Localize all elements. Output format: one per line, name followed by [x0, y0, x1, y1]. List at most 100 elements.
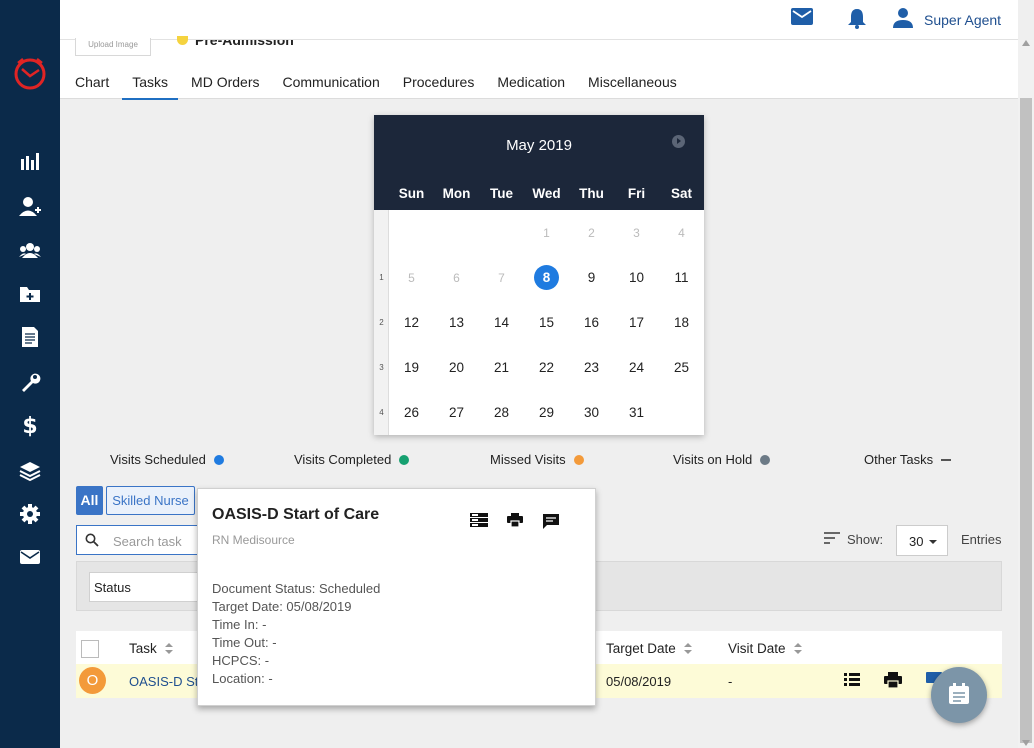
calendar-day[interactable]: 18 — [659, 300, 704, 345]
calendar-day-number: 8 — [534, 265, 559, 290]
calendar-day-number: 21 — [493, 360, 510, 375]
tab-communication[interactable]: Communication — [282, 74, 379, 100]
mail-icon[interactable] — [791, 8, 813, 28]
user-add-icon[interactable] — [18, 194, 42, 218]
calendar-day-number: 20 — [448, 360, 465, 375]
print-icon[interactable] — [884, 672, 902, 691]
column-target-date[interactable]: Target Date — [606, 641, 692, 656]
calendar-day[interactable]: 26 — [389, 390, 434, 435]
calendar-day-number: 2 — [588, 225, 595, 240]
tab-tasks[interactable]: Tasks — [122, 74, 179, 100]
dollar-icon[interactable]: $ — [18, 414, 42, 439]
next-month-icon[interactable] — [672, 135, 685, 148]
column-task[interactable]: Task — [129, 641, 173, 656]
calendar-day-number: 7 — [498, 270, 505, 285]
legend-label: Visits Completed — [294, 452, 392, 467]
tab-medication[interactable]: Medication — [497, 74, 565, 100]
calendar-day-number: 30 — [583, 405, 600, 420]
calendar-day[interactable]: 15 — [524, 300, 569, 345]
weekday-label: Fri — [627, 186, 646, 201]
calendar-day[interactable]: 12 — [389, 300, 434, 345]
calendar-day[interactable]: 8 — [524, 255, 569, 300]
calendar-day[interactable]: 24 — [614, 345, 659, 390]
calendar-day[interactable]: 11 — [659, 255, 704, 300]
mail-icon[interactable] — [18, 545, 42, 569]
entries-per-page-select[interactable]: 30 — [896, 525, 948, 556]
calendar-day[interactable]: 25 — [659, 345, 704, 390]
calendar-day[interactable]: 1 — [524, 210, 569, 255]
calendar-day[interactable]: 19 — [389, 345, 434, 390]
entries-label: Entries — [961, 532, 1002, 547]
search-placeholder: Search task — [113, 534, 182, 549]
calendar-day[interactable]: 31 — [614, 390, 659, 435]
calendar-day[interactable]: 6 — [434, 255, 479, 300]
calendar-day[interactable]: 7 — [479, 255, 524, 300]
comment-icon[interactable] — [542, 513, 560, 532]
calendar-day[interactable]: 27 — [434, 390, 479, 435]
user-icon[interactable] — [893, 8, 913, 31]
calendar-day[interactable]: 20 — [434, 345, 479, 390]
scroll-up-arrow-icon[interactable] — [1022, 40, 1030, 46]
details-list-icon[interactable] — [470, 513, 488, 530]
calendar-day[interactable]: 4 — [659, 210, 704, 255]
page-scrollbar[interactable] — [1018, 40, 1034, 748]
missed-status-badge: O — [79, 667, 106, 694]
calendar-note-icon — [948, 682, 970, 708]
calendar-day[interactable]: 2 — [569, 210, 614, 255]
scroll-thumb[interactable] — [1020, 98, 1032, 743]
calendar-day[interactable]: 30 — [569, 390, 614, 435]
notes-fab-button[interactable] — [931, 667, 987, 723]
calendar: May 2019 Sun Mon Tue Wed Thu Fri Sat 123… — [374, 115, 704, 435]
users-group-icon[interactable] — [18, 238, 42, 262]
details-list-icon[interactable] — [844, 672, 860, 689]
tab-chart[interactable]: Chart — [75, 74, 109, 100]
print-icon[interactable] — [507, 513, 523, 530]
chart-bar-icon[interactable] — [18, 149, 42, 173]
calendar-day[interactable]: 13 — [434, 300, 479, 345]
document-icon[interactable] — [18, 325, 42, 349]
layers-icon[interactable] — [18, 459, 42, 483]
user-name[interactable]: Super Agent — [924, 12, 1001, 28]
search-input[interactable]: Search task — [76, 525, 198, 555]
calendar-day-number: 3 — [633, 225, 640, 240]
week-number: 2 — [379, 318, 384, 327]
folder-add-icon[interactable] — [18, 282, 42, 306]
sort-icon — [793, 642, 802, 655]
calendar-day[interactable]: 14 — [479, 300, 524, 345]
tab-md-orders[interactable]: MD Orders — [191, 74, 259, 100]
calendar-day[interactable]: 28 — [479, 390, 524, 435]
gear-icon[interactable] — [18, 502, 42, 526]
calendar-day[interactable]: 21 — [479, 345, 524, 390]
filter-skilled-nurse-button[interactable]: Skilled Nurse — [106, 486, 195, 515]
status-filter-select[interactable]: Status — [89, 572, 201, 602]
bell-icon[interactable] — [847, 7, 867, 32]
calendar-day[interactable]: 23 — [569, 345, 614, 390]
calendar-day[interactable]: 22 — [524, 345, 569, 390]
scroll-down-arrow-icon[interactable] — [1022, 740, 1030, 746]
tab-procedures[interactable]: Procedures — [403, 74, 475, 100]
calendar-day-number: 10 — [628, 270, 645, 285]
popup-subtitle: RN Medisource — [212, 533, 295, 547]
calendar-day-number: 16 — [583, 315, 600, 330]
app-logo[interactable] — [13, 56, 47, 90]
week-number: 3 — [379, 363, 384, 372]
calendar-day[interactable]: 3 — [614, 210, 659, 255]
calendar-day — [479, 210, 524, 255]
calendar-day[interactable]: 16 — [569, 300, 614, 345]
calendar-day[interactable]: 5 — [389, 255, 434, 300]
calendar-day[interactable]: 10 — [614, 255, 659, 300]
wrench-icon[interactable] — [18, 370, 42, 394]
calendar-day[interactable]: 29 — [524, 390, 569, 435]
tab-bar: Chart Tasks MD Orders Communication Proc… — [75, 74, 700, 100]
calendar-day[interactable]: 9 — [569, 255, 614, 300]
calendar-week-row: 4 26 27 28 29 30 31 — [374, 390, 704, 435]
select-all-checkbox[interactable] — [81, 640, 99, 658]
calendar-day[interactable]: 17 — [614, 300, 659, 345]
tab-miscellaneous[interactable]: Miscellaneous — [588, 74, 677, 100]
calendar-day-number: 9 — [587, 270, 596, 285]
filter-all-button[interactable]: All — [76, 486, 103, 515]
document-status: Document Status: Scheduled — [212, 581, 381, 596]
column-visit-date[interactable]: Visit Date — [728, 641, 802, 656]
upload-image-button[interactable]: Upload Image — [75, 38, 151, 56]
legend-visits-on-hold: Visits on Hold — [673, 452, 771, 467]
